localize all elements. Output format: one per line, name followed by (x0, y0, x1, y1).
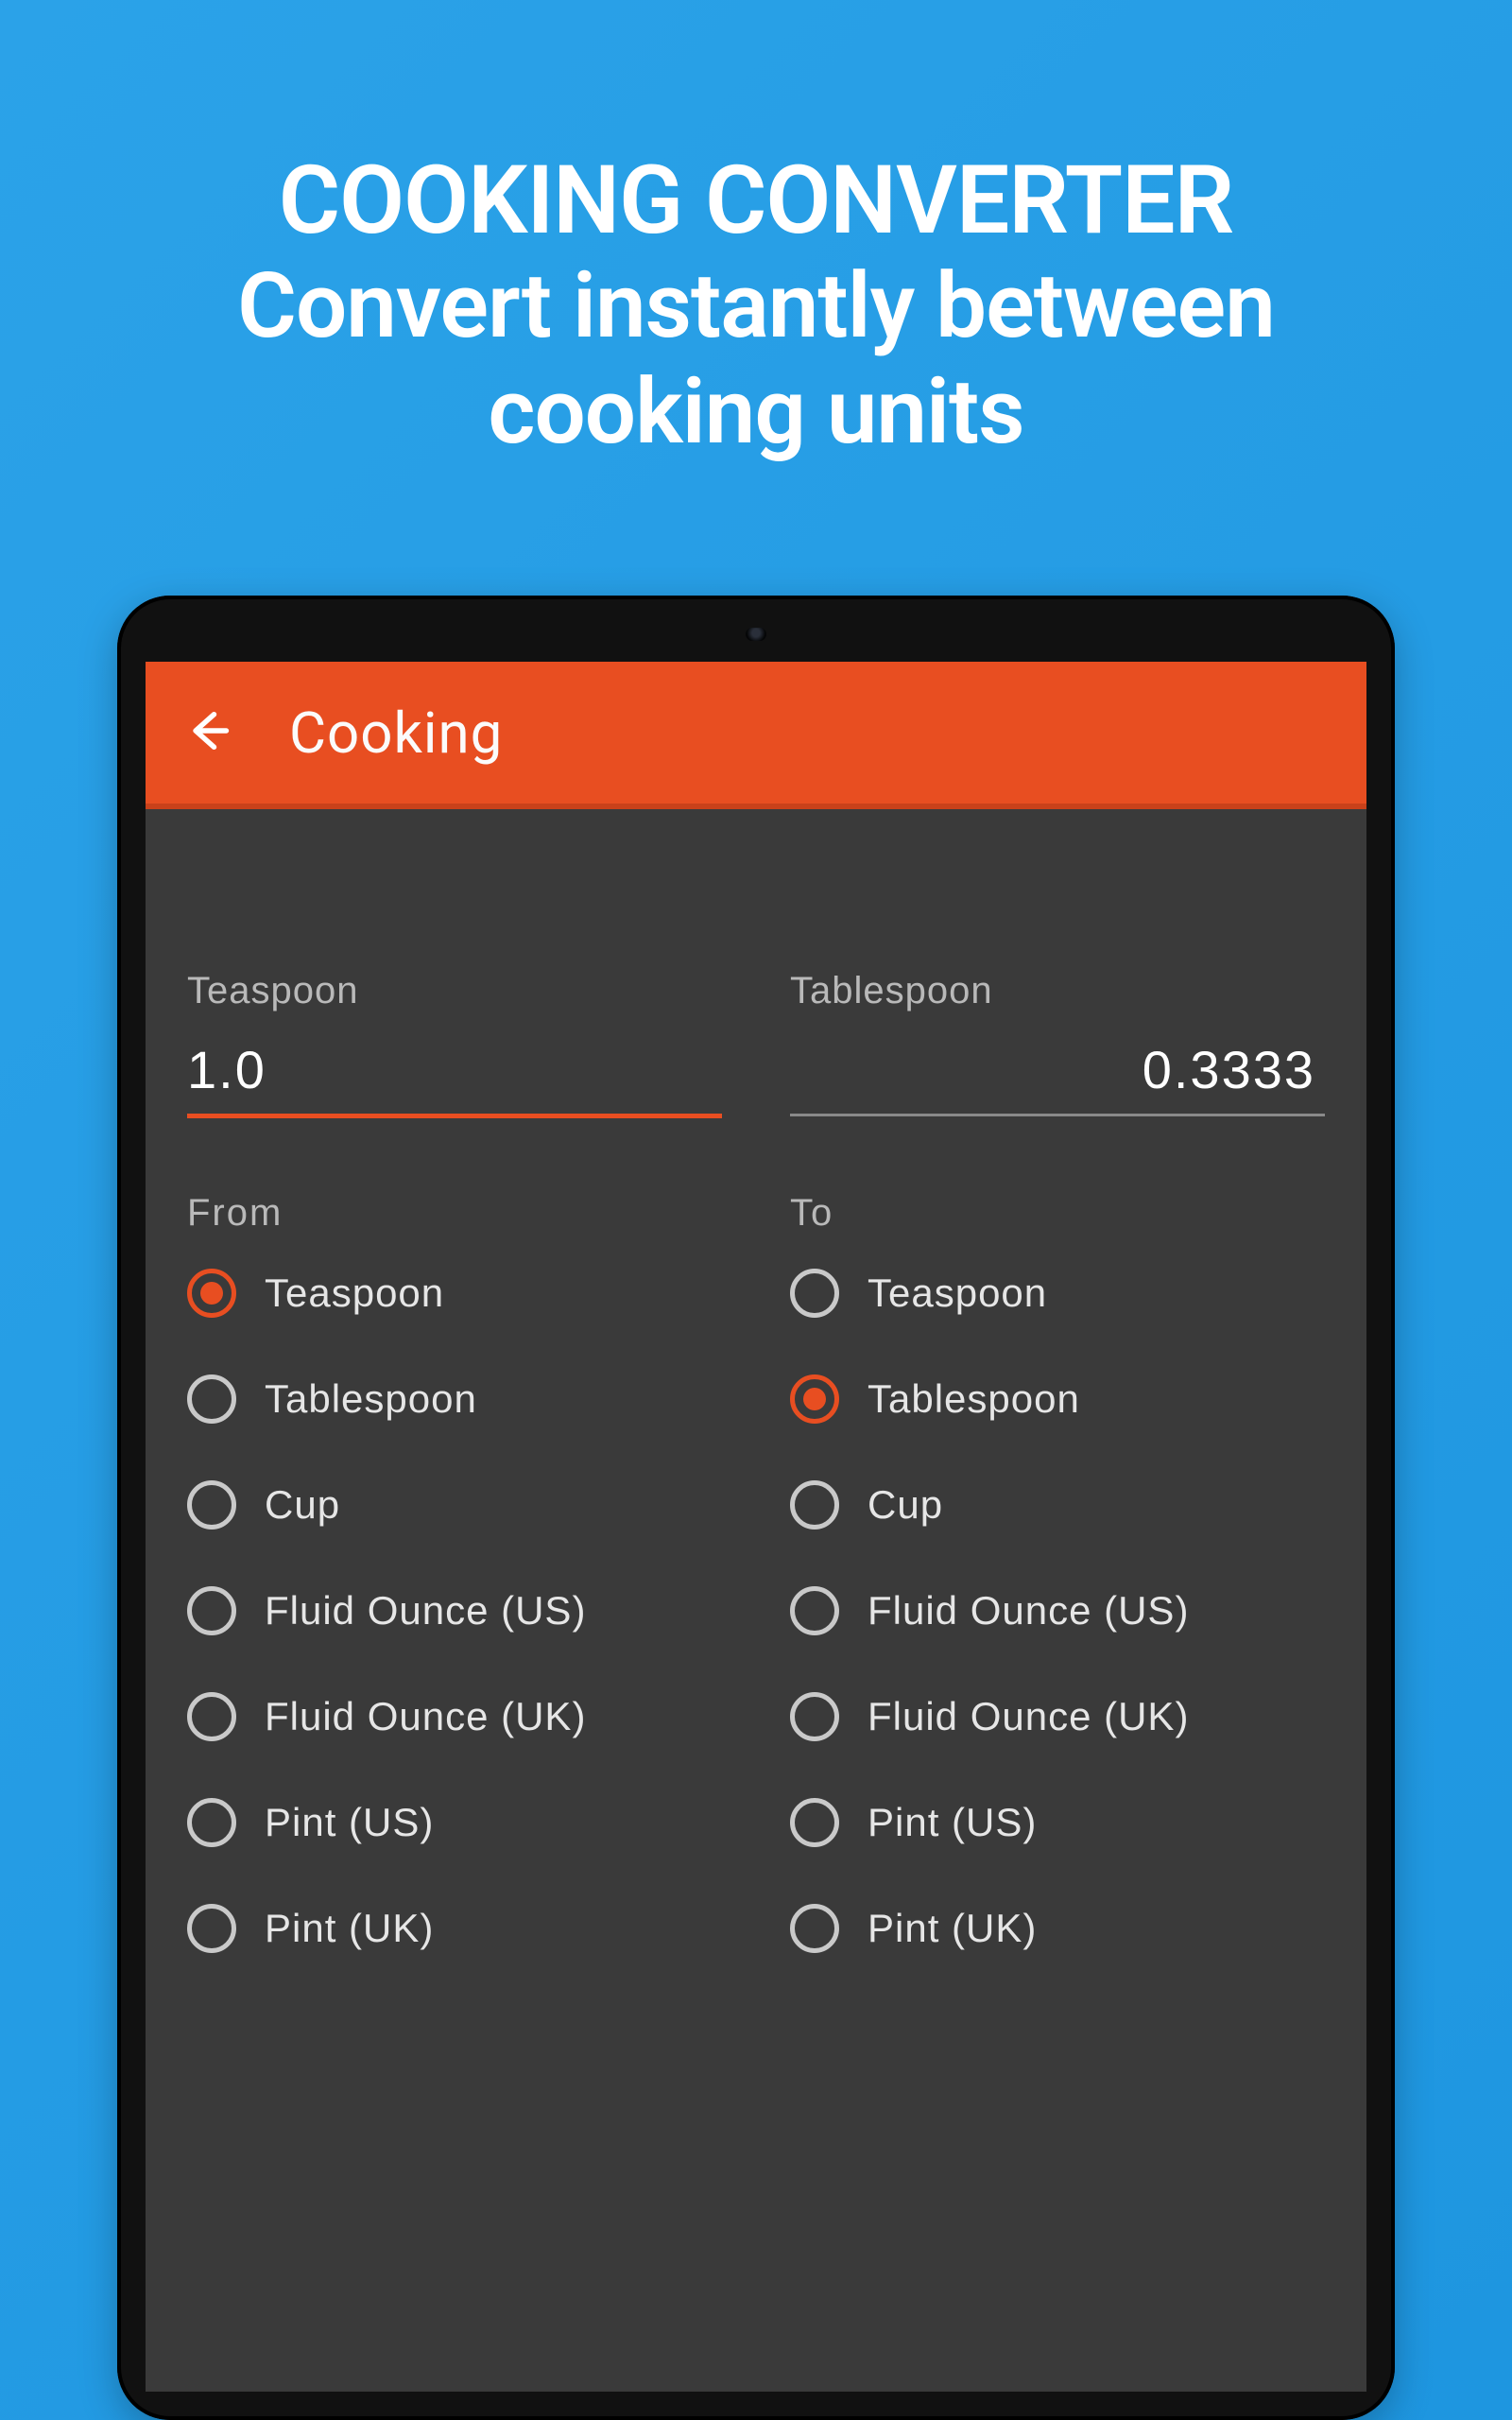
radio-label: Cup (868, 1482, 943, 1528)
radio-label: Fluid Ounce (UK) (265, 1694, 586, 1739)
radio-label: Tablespoon (265, 1376, 477, 1422)
app-bar: Cooking (146, 662, 1366, 809)
to-unit-label: Tablespoon (790, 970, 1325, 1012)
radio-icon (790, 1904, 839, 1953)
arrow-left-icon (183, 706, 232, 759)
radio-label: Pint (UK) (868, 1906, 1037, 1951)
radio-icon (790, 1798, 839, 1847)
radio-label: Fluid Ounce (US) (265, 1588, 586, 1634)
to-value-output: 0.3333 (790, 1039, 1325, 1116)
radio-label: Teaspoon (265, 1270, 444, 1316)
radio-icon (187, 1269, 236, 1318)
radio-icon (790, 1586, 839, 1635)
radio-label: Tablespoon (868, 1376, 1080, 1422)
to-radio-item[interactable]: Pint (US) (790, 1798, 1325, 1847)
promo-title: COOKING CONVERTER (76, 151, 1436, 251)
radio-label: Fluid Ounce (US) (868, 1588, 1189, 1634)
to-radio-item[interactable]: Tablespoon (790, 1374, 1325, 1424)
app-title: Cooking (289, 700, 503, 767)
promo-subtitle-line2: cooking units (76, 364, 1436, 462)
to-radio-item[interactable]: Cup (790, 1480, 1325, 1530)
from-radio-item[interactable]: Pint (US) (187, 1798, 722, 1847)
to-radio-item[interactable]: Fluid Ounce (US) (790, 1586, 1325, 1635)
radio-label: Pint (US) (868, 1800, 1037, 1845)
from-radio-item[interactable]: Cup (187, 1480, 722, 1530)
radio-icon (790, 1269, 839, 1318)
radio-label: Cup (265, 1482, 340, 1528)
from-radio-item[interactable]: Pint (UK) (187, 1904, 722, 1953)
radio-icon (187, 1374, 236, 1424)
radio-icon (187, 1798, 236, 1847)
radio-icon (187, 1480, 236, 1530)
converter-content: Teaspoon 1.0 Tablespoon 0.3333 From Teas… (146, 809, 1366, 1953)
radio-label: Fluid Ounce (UK) (868, 1694, 1189, 1739)
back-button[interactable] (180, 704, 236, 761)
promo-subtitle-line1: Convert instantly between (76, 258, 1436, 356)
to-radio-item[interactable]: Pint (UK) (790, 1904, 1325, 1953)
radio-label: Teaspoon (868, 1270, 1047, 1316)
from-unit-list: Teaspoon Tablespoon Cup Fluid Ounce (US) Flu… (187, 1269, 722, 1953)
to-section-label: To (790, 1192, 1325, 1235)
to-unit-list: Teaspoon Tablespoon Cup Fluid Ounce (US) Flu… (790, 1269, 1325, 1953)
radio-icon (187, 1904, 236, 1953)
tablet-frame: Cooking Teaspoon 1.0 Tablespoon 0.3333 F… (117, 596, 1395, 2420)
from-radio-item[interactable]: Teaspoon (187, 1269, 722, 1318)
promo-heading: COOKING CONVERTER Convert instantly betw… (0, 0, 1512, 461)
from-radio-item[interactable]: Fluid Ounce (UK) (187, 1692, 722, 1741)
to-radio-item[interactable]: Teaspoon (790, 1269, 1325, 1318)
from-radio-item[interactable]: Tablespoon (187, 1374, 722, 1424)
radio-icon (790, 1374, 839, 1424)
radio-icon (790, 1692, 839, 1741)
from-radio-item[interactable]: Fluid Ounce (US) (187, 1586, 722, 1635)
from-value-input[interactable]: 1.0 (187, 1039, 722, 1118)
to-radio-item[interactable]: Fluid Ounce (UK) (790, 1692, 1325, 1741)
tablet-camera-icon (746, 628, 766, 641)
radio-icon (187, 1692, 236, 1741)
app-screen: Cooking Teaspoon 1.0 Tablespoon 0.3333 F… (146, 662, 1366, 2392)
radio-label: Pint (US) (265, 1800, 434, 1845)
from-unit-label: Teaspoon (187, 970, 722, 1012)
radio-icon (187, 1586, 236, 1635)
radio-icon (790, 1480, 839, 1530)
radio-label: Pint (UK) (265, 1906, 434, 1951)
from-section-label: From (187, 1192, 722, 1235)
